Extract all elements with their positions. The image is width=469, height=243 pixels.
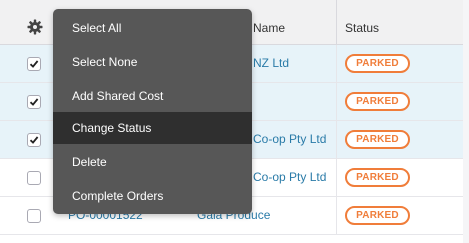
column-divider [336,45,337,82]
row-checkbox[interactable] [27,209,41,223]
column-divider [336,0,337,45]
status-badge: PARKED [345,92,410,111]
bulk-actions-menu: Select All Select None Add Shared Cost C… [53,9,252,214]
row-checkbox[interactable] [27,171,41,185]
gear-icon[interactable] [27,19,43,35]
scrollbar-track[interactable] [463,0,469,243]
supplier-link[interactable]: NZ Ltd [253,56,289,70]
menu-item-delete[interactable]: Delete [53,146,252,178]
status-badge: PARKED [345,206,410,225]
supplier-link[interactable]: Co-op Pty Ltd [253,132,326,146]
row-checkbox[interactable] [27,95,41,109]
menu-item-change-status[interactable]: Change Status [53,112,252,144]
menu-item-complete-orders[interactable]: Complete Orders [53,180,252,212]
status-header[interactable]: Status [345,21,379,35]
row-checkbox[interactable] [27,133,41,147]
status-badge: PARKED [345,168,410,187]
status-badge: PARKED [345,130,410,149]
column-divider [336,83,337,120]
menu-item-add-shared-cost[interactable]: Add Shared Cost [53,80,252,112]
column-divider [336,121,337,158]
column-divider [336,159,337,196]
row-checkbox[interactable] [27,57,41,71]
menu-item-select-all[interactable]: Select All [53,12,252,44]
status-badge: PARKED [345,54,410,73]
column-divider [336,197,337,234]
supplier-link[interactable]: Co-op Pty Ltd [253,170,326,184]
menu-item-select-none[interactable]: Select None [53,46,252,78]
supplier-name-header[interactable]: Name [253,21,285,35]
